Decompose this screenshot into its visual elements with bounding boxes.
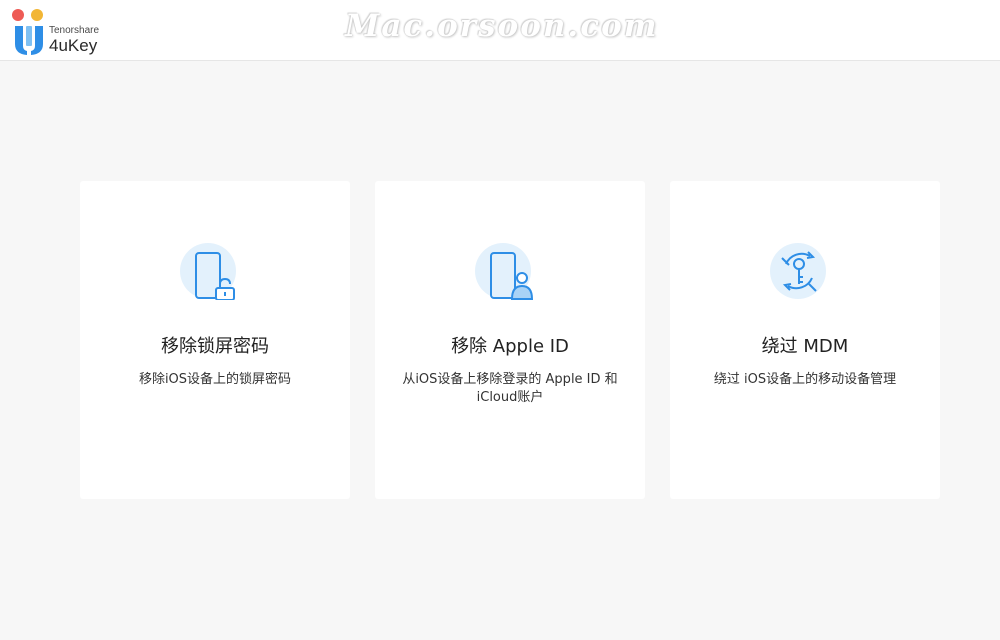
card-remove-screen-passcode[interactable]: 移除锁屏密码 移除iOS设备上的锁屏密码: [80, 181, 350, 499]
card-title: 绕过 MDM: [761, 336, 849, 357]
card-title: 移除锁屏密码: [161, 336, 269, 357]
card-bypass-mdm[interactable]: 绕过 MDM 绕过 iOS设备上的移动设备管理: [670, 181, 940, 499]
card-description: 绕过 iOS设备上的移动设备管理: [713, 372, 897, 387]
phone-user-icon: [475, 243, 533, 300]
key-cycle-icon: [770, 243, 826, 299]
window-minimize-button[interactable]: [31, 9, 43, 21]
card-remove-apple-id[interactable]: 移除 Apple ID 从iOS设备上移除登录的 Apple ID 和iClou…: [375, 181, 645, 499]
brand-company: Tenorshare: [49, 25, 100, 36]
watermark-text: Mac.orsoon.com: [345, 8, 659, 44]
window-close-button[interactable]: [12, 9, 24, 21]
card-description: 移除iOS设备上的锁屏密码: [138, 372, 292, 387]
brand-product: 4uKey: [49, 36, 98, 55]
4ukey-logo-icon: [15, 26, 43, 55]
phone-unlock-icon: [180, 243, 236, 300]
card-description: 从iOS设备上移除登录的 Apple ID 和iCloud账户: [402, 372, 618, 405]
title-bar: Tenorshare 4uKey Mac.orsoon.com: [0, 0, 1000, 61]
card-title: 移除 Apple ID: [451, 336, 569, 357]
